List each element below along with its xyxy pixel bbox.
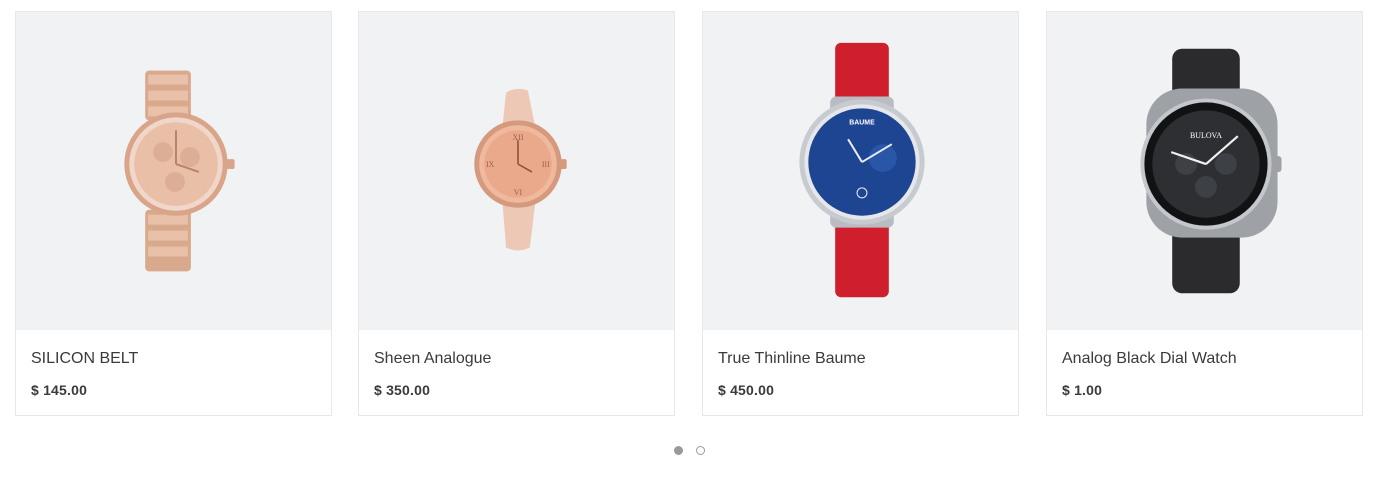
product-name-link[interactable]: Sheen Analogue (374, 349, 659, 369)
carousel-dot-1[interactable] (674, 446, 683, 455)
svg-text:VI: VI (514, 188, 523, 197)
svg-text:IX: IX (486, 160, 495, 169)
product-image[interactable]: BAUME (703, 12, 1018, 330)
svg-text:BAUME: BAUME (849, 119, 875, 126)
black-chronograph-watch-icon: BULOVA (1140, 48, 1282, 294)
product-info: Sheen Analogue $ 350.00 (359, 330, 674, 398)
product-card[interactable]: BAUME True Thinline Baume $ 450.00 (702, 11, 1019, 416)
product-image[interactable]: XII III VI IX (359, 12, 674, 330)
product-price: $ 145.00 (31, 382, 88, 398)
svg-text:BULOVA: BULOVA (1190, 131, 1222, 140)
product-info: SILICON BELT $ 145.00 (16, 330, 331, 398)
product-price: $ 1.00 (1062, 382, 1103, 398)
product-card[interactable]: XII III VI IX Sheen Analogue $ 350.00 (358, 11, 675, 416)
product-image[interactable] (16, 12, 331, 330)
product-name-link[interactable]: SILICON BELT (31, 349, 316, 369)
svg-text:III: III (542, 160, 550, 169)
product-price: $ 450.00 (718, 382, 775, 398)
product-card[interactable]: SILICON BELT $ 145.00 (15, 11, 332, 416)
product-info: True Thinline Baume $ 450.00 (703, 330, 1018, 398)
rose-gold-bracelet-watch-icon (124, 70, 235, 272)
product-card[interactable]: BULOVA Analog Black Dial Watch $ 1.00 (1046, 11, 1363, 416)
carousel-dot-2[interactable] (696, 446, 705, 455)
product-price: $ 350.00 (374, 382, 431, 398)
blue-dial-red-strap-watch-icon: BAUME (799, 42, 925, 298)
product-name-link[interactable]: True Thinline Baume (718, 349, 1003, 369)
product-name-link[interactable]: Analog Black Dial Watch (1062, 349, 1347, 369)
rose-gold-leather-watch-icon: XII III VI IX (474, 88, 567, 251)
product-image[interactable]: BULOVA (1047, 12, 1362, 330)
product-info: Analog Black Dial Watch $ 1.00 (1047, 330, 1362, 398)
product-carousel: SILICON BELT $ 145.00 XII III VI IX Shee… (15, 11, 1365, 417)
